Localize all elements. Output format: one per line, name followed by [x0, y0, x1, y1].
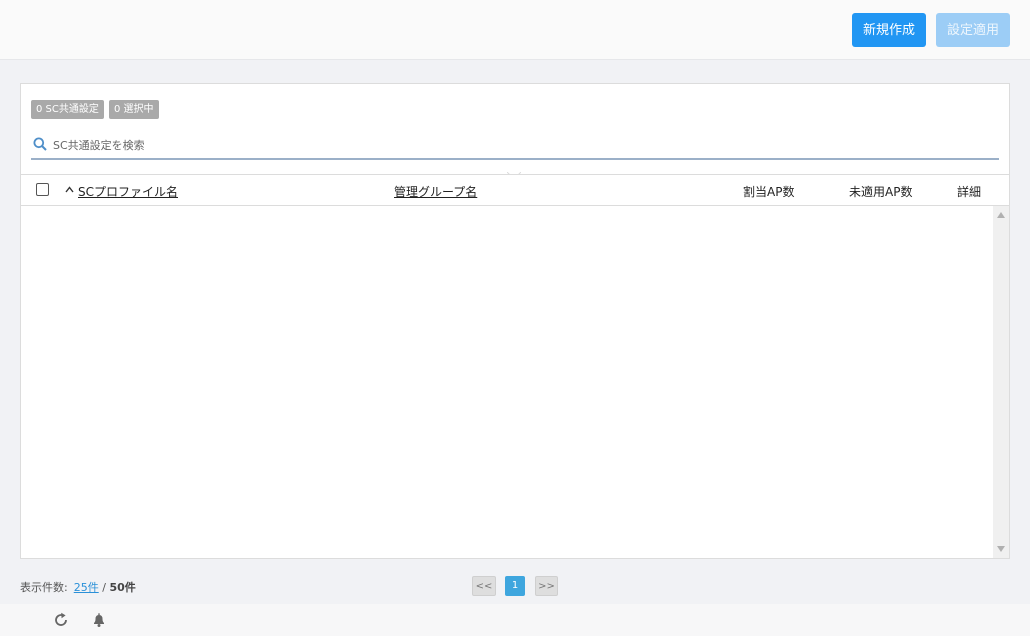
page-size-separator: / — [102, 581, 106, 594]
page-size-label: 表示件数: — [20, 581, 68, 594]
selected-count-badge: 0 選択中 — [109, 100, 159, 119]
column-profile-name[interactable]: SCプロファイル名 — [78, 183, 178, 200]
total-count-label: 0 SC共通設定 — [36, 104, 99, 115]
total-count-badge: 0 SC共通設定 — [31, 100, 104, 119]
search-input[interactable] — [53, 134, 983, 156]
pager-page-1[interactable]: 1 — [505, 576, 525, 596]
top-toolbar: 新規作成 設定適用 — [0, 0, 1030, 60]
search-icon — [33, 137, 47, 151]
page-size-info: 表示件数: 25件 / 50件 — [20, 579, 136, 595]
new-button[interactable]: 新規作成 — [852, 13, 926, 47]
search-bar — [31, 132, 999, 160]
pager-next-button[interactable]: >> — [535, 576, 558, 596]
refresh-icon[interactable] — [53, 612, 69, 628]
sc-settings-panel: 0 SC共通設定 0 選択中 SCプロファイル名 管理グループ名 割当AP数 未… — [20, 83, 1010, 559]
total-items: 50件 — [109, 581, 136, 594]
column-group-name[interactable]: 管理グループ名 — [394, 183, 477, 200]
pager-prev-button[interactable]: << — [472, 576, 496, 596]
column-assigned-ap: 割当AP数 — [743, 185, 795, 199]
select-all-checkbox[interactable] — [36, 183, 49, 196]
page-size-link[interactable]: 25件 — [74, 581, 99, 594]
scroll-down-arrow-icon[interactable] — [997, 546, 1005, 552]
sort-asc-icon[interactable] — [65, 186, 74, 193]
selected-count-label: 0 選択中 — [114, 104, 154, 115]
column-unapplied-ap: 未適用AP数 — [849, 185, 913, 199]
column-details: 詳細 — [957, 185, 982, 199]
table-header: SCプロファイル名 管理グループ名 割当AP数 未適用AP数 詳細 — [21, 174, 1009, 206]
bell-icon[interactable] — [91, 612, 107, 628]
apply-settings-button[interactable]: 設定適用 — [936, 13, 1010, 47]
scroll-up-arrow-icon[interactable] — [997, 212, 1005, 218]
table-scrollbar[interactable] — [993, 206, 1009, 558]
bottom-bar — [0, 604, 1030, 636]
